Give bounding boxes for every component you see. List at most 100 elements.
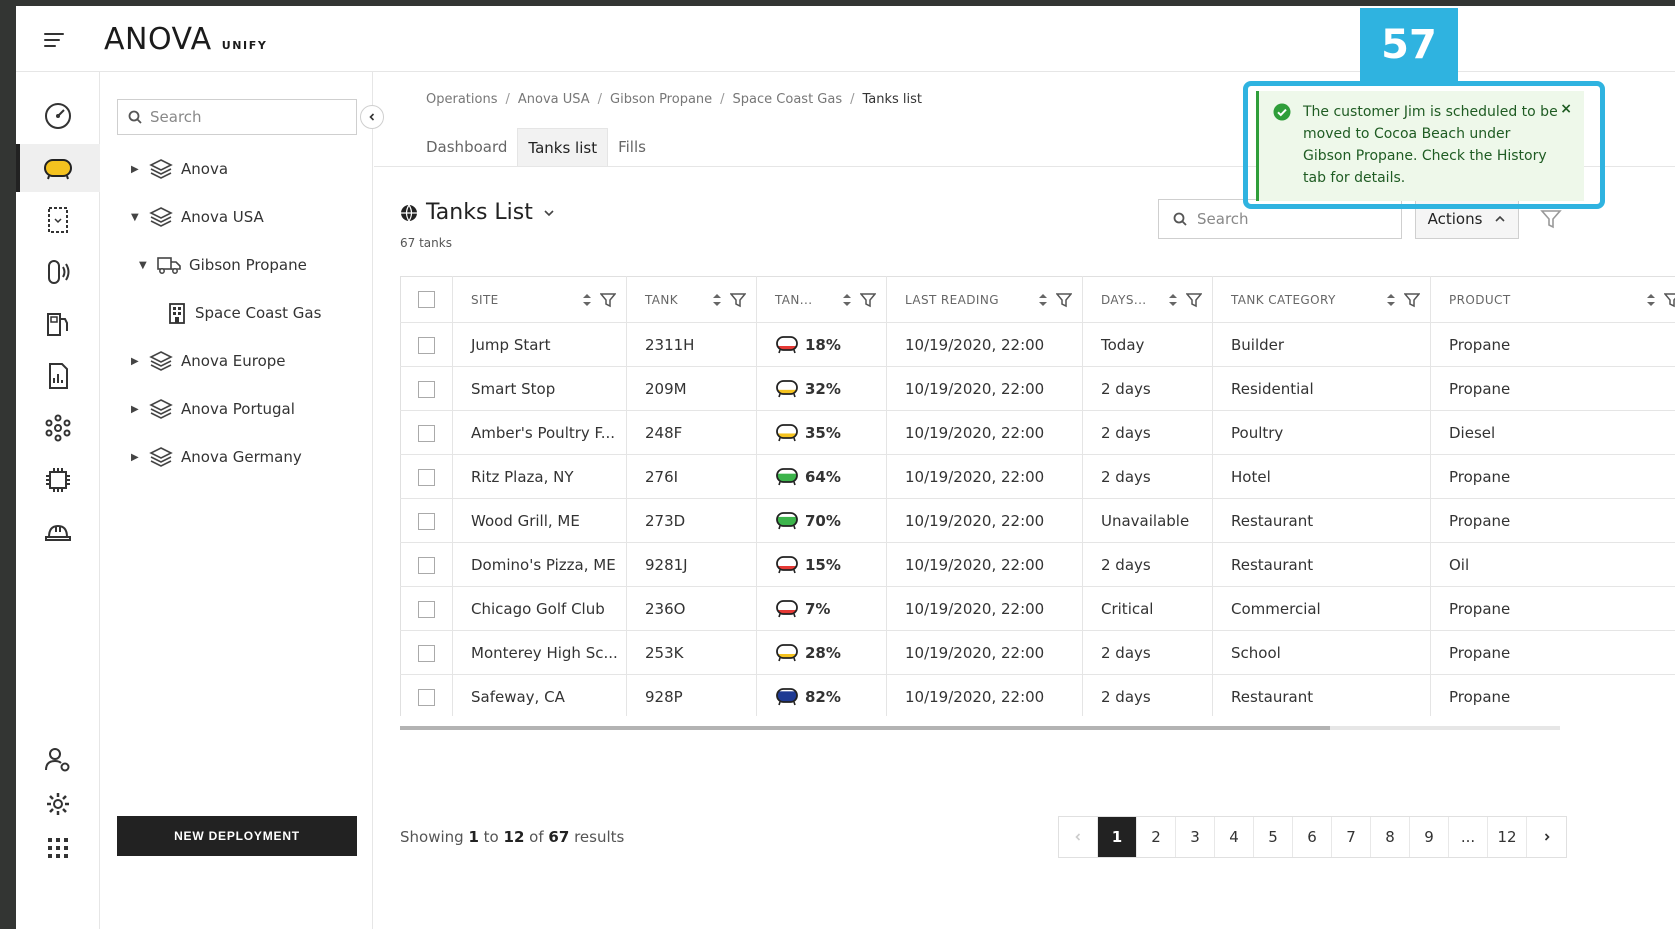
tree-node-space-coast-gas[interactable]: Space Coast Gas xyxy=(163,299,321,327)
filter-icon[interactable] xyxy=(1186,292,1202,308)
tree-node-anova-europe[interactable]: ▶ Anova Europe xyxy=(131,347,286,375)
filter-icon[interactable] xyxy=(1056,292,1072,308)
tree-node-anova-germany[interactable]: ▶ Anova Germany xyxy=(131,443,302,471)
column-header[interactable]: PRODUCT xyxy=(1430,276,1675,323)
chevron-down-icon[interactable] xyxy=(543,207,555,219)
tree-node-anova-usa[interactable]: ▼ Anova USA xyxy=(131,203,264,231)
sort-icon[interactable] xyxy=(712,292,722,308)
rail-tanks[interactable] xyxy=(16,144,100,192)
table-row[interactable]: Monterey High Sc... 253K 28% 10/19/2020, 22… xyxy=(400,630,1675,675)
scrollbar-thumb[interactable] xyxy=(400,726,1330,730)
site-cell[interactable]: Jump Start xyxy=(452,322,627,367)
rail-users[interactable] xyxy=(16,736,100,784)
caret-right-icon[interactable]: ▶ xyxy=(131,452,145,463)
table-row[interactable]: Wood Grill, ME 273D 70% 10/19/2020, 22:00 Un… xyxy=(400,498,1675,543)
sort-icon[interactable] xyxy=(582,292,592,308)
column-header[interactable]: DAYS... xyxy=(1082,276,1213,323)
page-ellipsis[interactable]: ... xyxy=(1449,817,1488,857)
site-cell[interactable]: Monterey High Sc... xyxy=(452,630,627,675)
horizontal-scrollbar[interactable] xyxy=(400,726,1560,730)
row-checkbox[interactable] xyxy=(418,468,435,486)
rail-dashboard[interactable] xyxy=(16,92,100,140)
breadcrumb-operations[interactable]: Operations xyxy=(426,92,497,107)
page-button[interactable]: 9 xyxy=(1410,817,1449,857)
row-checkbox[interactable] xyxy=(418,688,435,706)
new-deployment-button[interactable]: NEW DEPLOYMENT xyxy=(117,816,357,856)
row-checkbox[interactable] xyxy=(418,556,435,574)
breadcrumb-anova-usa[interactable]: Anova USA xyxy=(518,92,590,107)
filter-icon[interactable] xyxy=(730,292,746,308)
table-row[interactable]: Chicago Golf Club 236O 7% 10/19/2020, 22:00… xyxy=(400,586,1675,631)
page-button[interactable]: 3 xyxy=(1176,817,1215,857)
hamburger-menu-icon[interactable] xyxy=(40,26,68,54)
select-all-checkbox[interactable] xyxy=(418,291,435,308)
tree-search-box[interactable] xyxy=(117,99,357,135)
column-header[interactable]: LAST READING xyxy=(886,276,1083,323)
breadcrumb-space-coast-gas[interactable]: Space Coast Gas xyxy=(733,92,843,107)
page-button[interactable]: 8 xyxy=(1371,817,1410,857)
breadcrumb-gibson-propane[interactable]: Gibson Propane xyxy=(610,92,712,107)
filter-icon[interactable] xyxy=(1540,208,1562,230)
rail-reports[interactable] xyxy=(16,352,100,400)
rail-network[interactable] xyxy=(16,404,100,452)
page-button[interactable]: 6 xyxy=(1293,817,1332,857)
filter-icon[interactable] xyxy=(860,292,876,308)
page-button-last[interactable]: 12 xyxy=(1488,817,1527,857)
rail-sensors[interactable] xyxy=(16,248,100,296)
column-header[interactable]: TANK CATEGORY xyxy=(1212,276,1431,323)
filter-icon[interactable] xyxy=(1404,292,1420,308)
page-button[interactable]: 1 xyxy=(1098,817,1137,857)
rail-apps[interactable] xyxy=(16,824,100,872)
page-button[interactable]: 2 xyxy=(1137,817,1176,857)
sort-icon[interactable] xyxy=(1168,292,1178,308)
column-header[interactable]: TAN... xyxy=(756,276,887,323)
filter-icon[interactable] xyxy=(600,292,616,308)
list-title[interactable]: Tanks List xyxy=(400,200,555,225)
tab-dashboard[interactable]: Dashboard xyxy=(416,128,517,166)
table-row[interactable]: Smart Stop 209M 32% 10/19/2020, 22:00 2 days… xyxy=(400,366,1675,411)
sort-icon[interactable] xyxy=(1386,292,1396,308)
sort-icon[interactable] xyxy=(1646,292,1656,308)
table-row[interactable]: Ritz Plaza, NY 276I 64% 10/19/2020, 22:00 2 … xyxy=(400,454,1675,499)
caret-down-icon[interactable]: ▼ xyxy=(139,260,153,271)
site-cell[interactable]: Chicago Golf Club xyxy=(452,586,627,631)
rail-fuel[interactable] xyxy=(16,300,100,348)
rail-settings[interactable] xyxy=(16,780,100,828)
site-cell[interactable]: Wood Grill, ME xyxy=(452,498,627,543)
rail-device[interactable] xyxy=(16,196,100,244)
row-checkbox[interactable] xyxy=(418,512,435,530)
tree-node-gibson-propane[interactable]: ▼ Gibson Propane xyxy=(139,251,307,279)
sort-icon[interactable] xyxy=(842,292,852,308)
page-button[interactable]: 4 xyxy=(1215,817,1254,857)
table-row[interactable]: Domino's Pizza, ME 9281J 15% 10/19/2020, 22… xyxy=(400,542,1675,587)
site-cell[interactable]: Amber's Poultry F... xyxy=(452,410,627,455)
row-checkbox[interactable] xyxy=(418,380,435,398)
tab-tanks-list[interactable]: Tanks list xyxy=(517,128,609,166)
row-checkbox[interactable] xyxy=(418,336,435,354)
site-cell[interactable]: Smart Stop xyxy=(452,366,627,411)
site-cell[interactable]: Domino's Pizza, ME xyxy=(452,542,627,587)
rail-safety[interactable] xyxy=(16,508,100,556)
table-row[interactable]: Jump Start 2311H 18% 10/19/2020, 22:00 Today… xyxy=(400,322,1675,367)
next-page-button[interactable] xyxy=(1527,817,1566,857)
caret-down-icon[interactable]: ▼ xyxy=(131,212,145,223)
tree-node-anova-portugal[interactable]: ▶ Anova Portugal xyxy=(131,395,295,423)
collapse-panel-button[interactable] xyxy=(360,105,384,129)
filter-icon[interactable] xyxy=(1664,292,1675,308)
site-cell[interactable]: Ritz Plaza, NY xyxy=(452,454,627,499)
table-search-input[interactable] xyxy=(1197,210,1397,228)
tab-fills[interactable]: Fills xyxy=(608,128,656,166)
caret-right-icon[interactable]: ▶ xyxy=(131,356,145,367)
table-row[interactable]: Amber's Poultry F... 248F 35% 10/19/2020, 2… xyxy=(400,410,1675,455)
page-button[interactable]: 7 xyxy=(1332,817,1371,857)
sort-icon[interactable] xyxy=(1038,292,1048,308)
rail-hardware[interactable] xyxy=(16,456,100,504)
prev-page-button[interactable] xyxy=(1059,817,1098,857)
row-checkbox[interactable] xyxy=(418,600,435,618)
column-header[interactable]: TANK xyxy=(626,276,757,323)
column-header[interactable]: SITE xyxy=(452,276,627,323)
toast-close-button[interactable]: × xyxy=(1560,101,1572,117)
row-checkbox[interactable] xyxy=(418,424,435,442)
caret-right-icon[interactable]: ▶ xyxy=(131,164,145,175)
table-row[interactable]: Safeway, CA 928P 82% 10/19/2020, 22:00 2 day… xyxy=(400,674,1675,716)
